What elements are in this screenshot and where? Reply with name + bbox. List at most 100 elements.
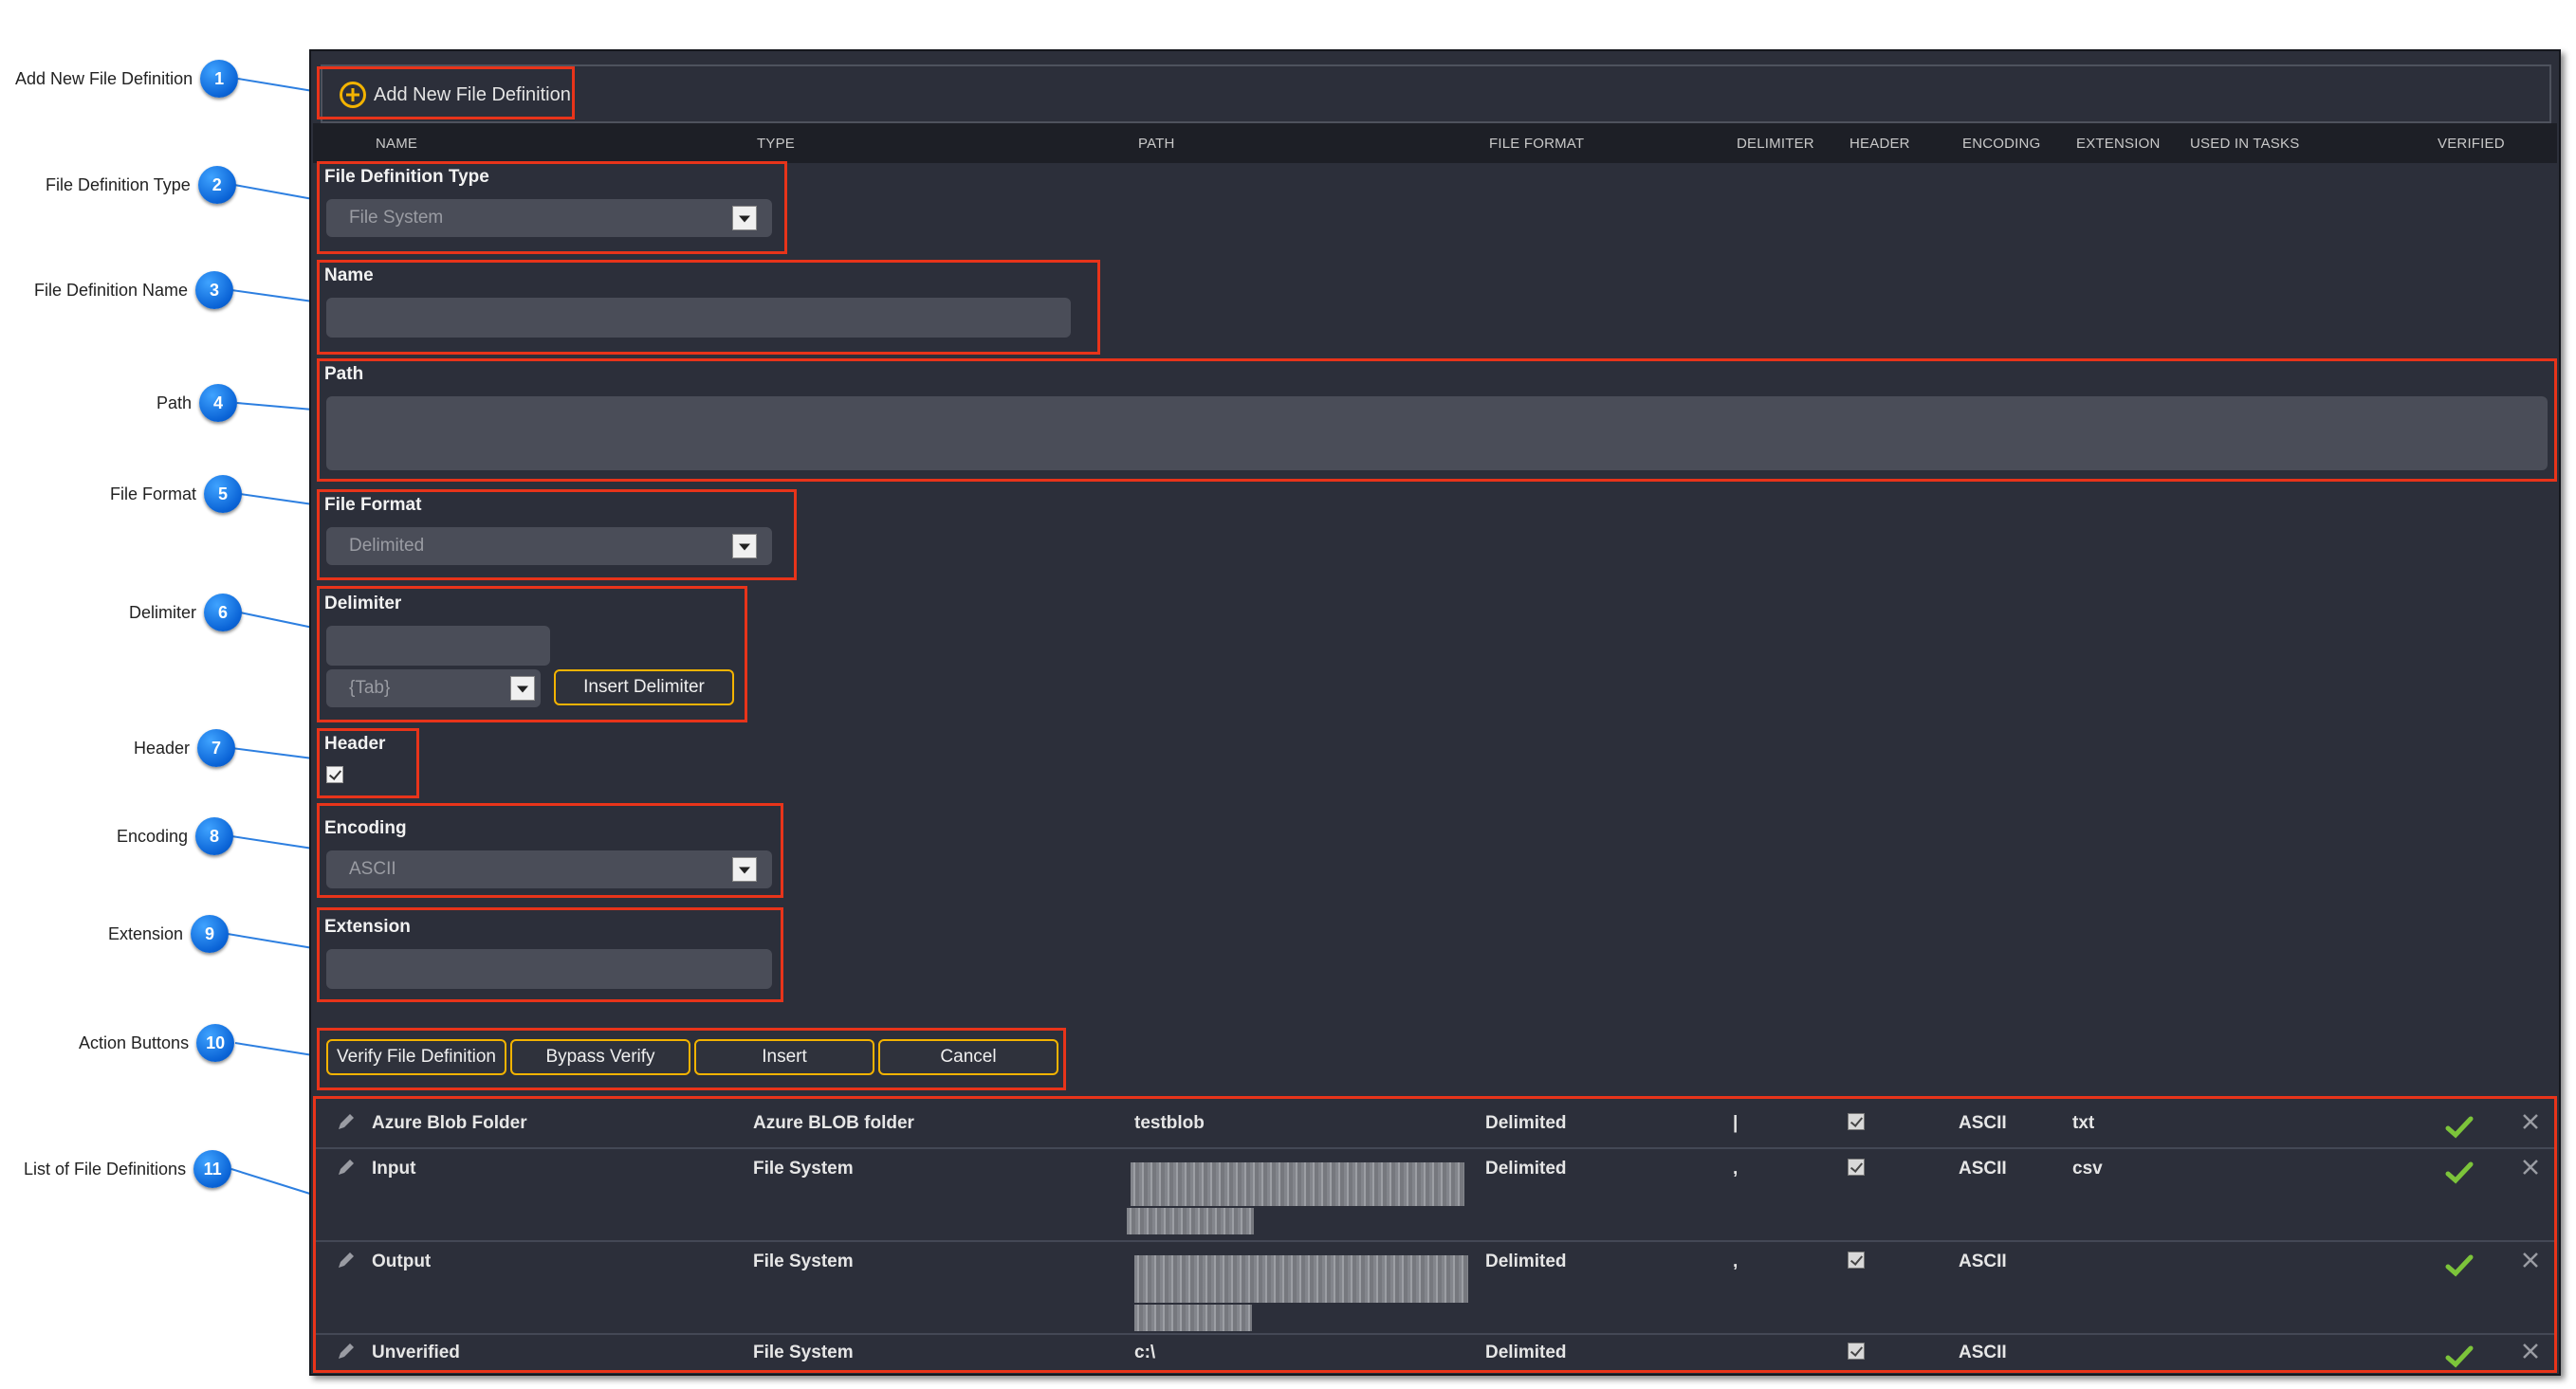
callout-2: File Definition Type 2 <box>46 166 236 204</box>
encoding-value: ASCII <box>349 859 396 879</box>
file-format-select[interactable]: Delimited <box>326 527 772 565</box>
row-type: File System <box>753 1159 854 1179</box>
pencil-icon[interactable] <box>336 1157 357 1178</box>
path-input[interactable] <box>326 396 2548 470</box>
column-verified[interactable]: VERIFIED <box>2438 136 2505 152</box>
redacted-path <box>1134 1255 1468 1303</box>
name-label: Name <box>324 265 374 285</box>
row-encoding: ASCII <box>1959 1159 2007 1179</box>
file-format-label: File Format <box>324 495 422 515</box>
column-delimiter[interactable]: DELIMITER <box>1737 136 1814 152</box>
row-type: File System <box>753 1252 854 1271</box>
callout-label: Extension <box>108 923 184 943</box>
path-label: Path <box>324 364 364 384</box>
redacted-path <box>1131 1162 1464 1206</box>
column-path[interactable]: PATH <box>1138 136 1175 152</box>
row-header-checkbox <box>1848 1113 1865 1130</box>
table-row[interactable]: Unverified File System c:\ Delimited ASC… <box>315 1335 2555 1373</box>
callout-6: Delimiter 6 <box>129 594 243 631</box>
row-path: c:\ <box>1134 1343 1156 1362</box>
pencil-icon[interactable] <box>336 1111 357 1132</box>
name-input[interactable] <box>326 298 1071 338</box>
table-row[interactable]: Azure Blob Folder Azure BLOB folder test… <box>315 1104 2555 1147</box>
file-definitions-panel: Add New File Definition NAME TYPE PATH F… <box>309 49 2561 1376</box>
dropdown-arrow-icon[interactable] <box>510 676 535 701</box>
verified-check-icon <box>2445 1254 2474 1277</box>
header-checkbox[interactable] <box>326 766 343 783</box>
header-label: Header <box>324 734 386 754</box>
verified-check-icon <box>2445 1161 2474 1184</box>
callout-badge: 3 <box>195 271 234 309</box>
callout-label: Header <box>134 738 191 758</box>
delimiter-select[interactable]: {Tab} <box>326 669 541 707</box>
delimiter-select-value: {Tab} <box>349 678 391 698</box>
callout-badge: 7 <box>197 729 236 767</box>
add-new-file-definition-label: Add New File Definition <box>374 83 571 105</box>
column-header[interactable]: HEADER <box>1849 136 1910 152</box>
callout-label: Action Buttons <box>79 1033 190 1052</box>
delete-x-icon[interactable] <box>2521 1251 2540 1270</box>
extension-input[interactable] <box>326 949 772 989</box>
callout-11: List of File Definitions 11 <box>24 1150 232 1188</box>
table-row[interactable]: Output File System Delimited , ASCII <box>315 1242 2555 1333</box>
pencil-icon[interactable] <box>336 1341 357 1362</box>
row-extension: txt <box>2072 1113 2095 1133</box>
row-extension: csv <box>2072 1159 2103 1179</box>
row-header-checkbox <box>1848 1159 1865 1176</box>
dropdown-arrow-icon[interactable] <box>732 857 757 882</box>
row-header-checkbox <box>1848 1252 1865 1269</box>
column-used-in-tasks[interactable]: USED IN TASKS <box>2190 136 2299 152</box>
delete-x-icon[interactable] <box>2521 1342 2540 1361</box>
row-format: Delimited <box>1485 1343 1567 1362</box>
cancel-button[interactable]: Cancel <box>878 1039 1058 1075</box>
delete-x-icon[interactable] <box>2521 1158 2540 1177</box>
bypass-verify-button[interactable]: Bypass Verify <box>510 1039 690 1075</box>
row-delimiter: , <box>1733 1252 1739 1271</box>
row-name: Unverified <box>372 1343 460 1362</box>
column-file-format[interactable]: FILE FORMAT <box>1489 136 1584 152</box>
table-header: NAME TYPE PATH FILE FORMAT DELIMITER HEA… <box>313 123 2557 163</box>
callout-badge: 1 <box>200 60 239 98</box>
column-encoding[interactable]: ENCODING <box>1962 136 2040 152</box>
dropdown-arrow-icon[interactable] <box>732 534 757 558</box>
callout-label: File Definition Type <box>46 174 191 194</box>
row-encoding: ASCII <box>1959 1343 2007 1362</box>
callout-badge: 5 <box>204 475 243 513</box>
column-type[interactable]: TYPE <box>757 136 795 152</box>
verified-check-icon <box>2445 1345 2474 1368</box>
callout-9: Extension 9 <box>108 915 230 953</box>
row-format: Delimited <box>1485 1159 1567 1179</box>
dropdown-arrow-icon[interactable] <box>732 206 757 230</box>
column-name[interactable]: NAME <box>376 136 417 152</box>
insert-button[interactable]: Insert <box>694 1039 874 1075</box>
callout-1: Add New File Definition 1 <box>15 60 239 98</box>
row-path: testblob <box>1134 1113 1205 1133</box>
callout-8: Encoding 8 <box>117 817 234 855</box>
row-type: Azure BLOB folder <box>753 1113 914 1133</box>
redacted-path <box>1127 1208 1254 1234</box>
callout-badge: 8 <box>195 817 234 855</box>
file-definition-type-select[interactable]: File System <box>326 199 772 237</box>
callout-badge: 11 <box>193 1150 232 1188</box>
callout-label: Add New File Definition <box>15 68 193 88</box>
pencil-icon[interactable] <box>336 1250 357 1270</box>
row-name: Azure Blob Folder <box>372 1113 527 1133</box>
verify-file-definition-button[interactable]: Verify File Definition <box>326 1039 506 1075</box>
column-extension[interactable]: EXTENSION <box>2076 136 2160 152</box>
plus-circle-icon <box>340 82 366 108</box>
insert-delimiter-button[interactable]: Insert Delimiter <box>554 669 734 705</box>
row-delimiter: , <box>1733 1159 1739 1179</box>
callout-4: Path 4 <box>156 384 238 422</box>
redacted-path <box>1134 1305 1252 1331</box>
add-new-file-definition-button[interactable]: Add New File Definition <box>340 82 571 108</box>
row-format: Delimited <box>1485 1252 1567 1271</box>
delimiter-input[interactable] <box>326 626 550 666</box>
encoding-select[interactable]: ASCII <box>326 850 772 888</box>
table-row[interactable]: Input File System Delimited , ASCII csv <box>315 1149 2555 1240</box>
extension-label: Extension <box>324 917 411 937</box>
row-delimiter: | <box>1733 1113 1739 1133</box>
callout-badge: 6 <box>204 594 243 631</box>
delete-x-icon[interactable] <box>2521 1112 2540 1131</box>
row-header-checkbox <box>1848 1343 1865 1360</box>
row-format: Delimited <box>1485 1113 1567 1133</box>
